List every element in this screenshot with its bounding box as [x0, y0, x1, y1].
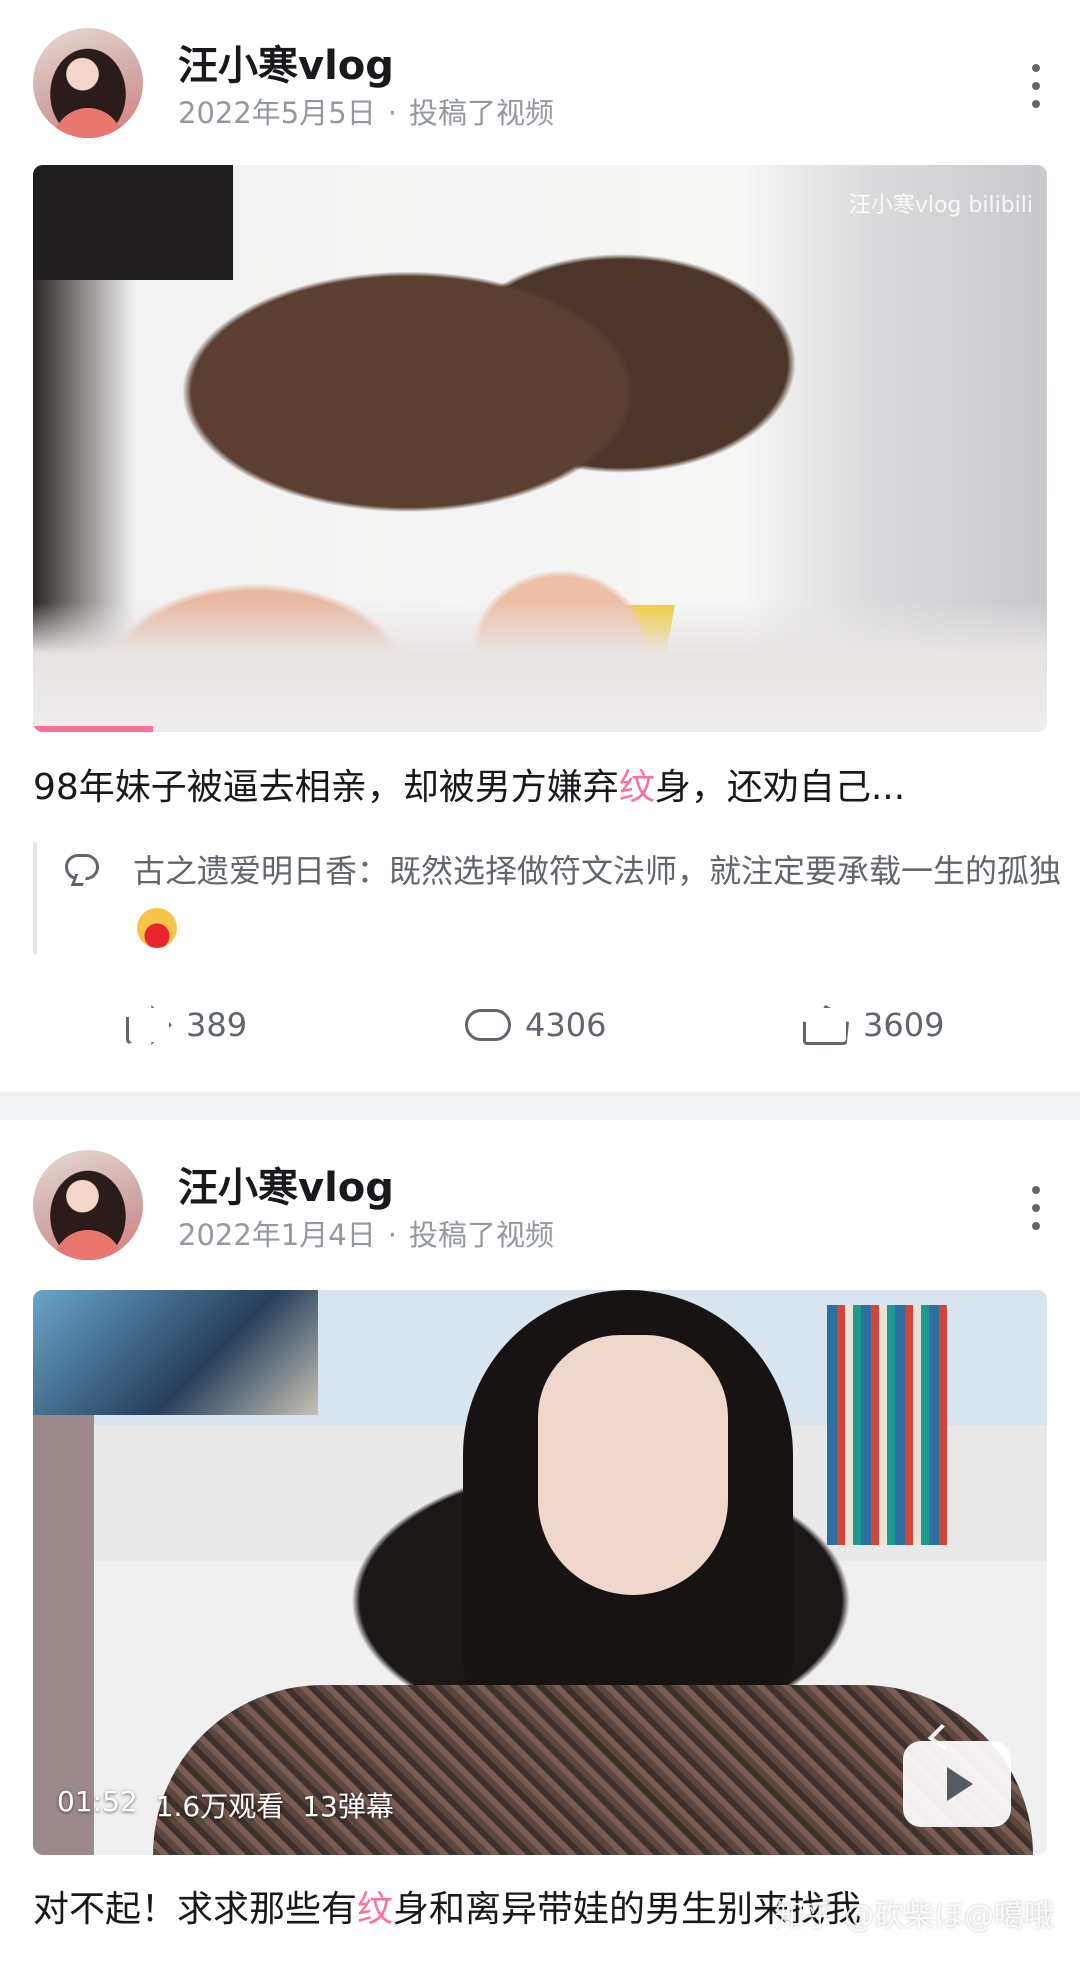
- meta-separator: ·: [387, 96, 397, 130]
- comment-content: ：既然选择做符文法师，就注定要承载一生的孤独: [357, 852, 1062, 890]
- more-icon[interactable]: [1026, 1186, 1046, 1230]
- title-text: 对不起！求求那些有: [33, 1889, 358, 1930]
- emoji-icon: [137, 908, 177, 948]
- post-meta: 2022年5月5日 · 投稿了视频: [178, 90, 554, 132]
- share-button[interactable]: 389: [126, 1000, 247, 1050]
- more-icon[interactable]: [1026, 64, 1046, 108]
- card-divider: [0, 1092, 1080, 1120]
- video-stats: 01:52 1.6万观看 13弹幕: [57, 1785, 394, 1825]
- post-date: 2022年5月5日: [178, 96, 376, 130]
- title-text: 98年妹子被逼去相亲，却被男方嫌弃: [33, 767, 619, 808]
- video-title[interactable]: 98年妹子被逼去相亲，却被男方嫌弃纹身，还劝自己...: [33, 758, 1047, 810]
- post-action: 投稿了视频: [408, 1218, 554, 1252]
- comment-icon: [65, 854, 99, 880]
- hot-comment[interactable]: 古之遗爱明日香：既然选择做符文法师，就注定要承载一生的孤独: [33, 842, 1061, 954]
- watch-progress-bar: [33, 726, 153, 732]
- share-count: 389: [186, 1006, 248, 1044]
- dynamic-card[interactable]: 汪小寒vlog 2022年1月4日 · 投稿了视频 01:52 1.6万观看 13弹…: [0, 1120, 1080, 1965]
- avatar[interactable]: [33, 1150, 143, 1260]
- cover-figure-face: [538, 1335, 728, 1595]
- like-button[interactable]: 3609: [803, 1000, 944, 1050]
- author-name[interactable]: 汪小寒vlog: [178, 1155, 394, 1213]
- meta-separator: ·: [387, 1218, 397, 1252]
- reply-icon: [465, 1009, 511, 1041]
- video-cover[interactable]: 01:52 1.6万观看 13弹幕: [33, 1290, 1047, 1855]
- title-highlight: 纹: [357, 1889, 394, 1930]
- title-text: 身，还劝自己...: [654, 767, 906, 808]
- dynamic-card[interactable]: 汪小寒vlog 2022年5月5日 · 投稿了视频 汪小寒vlog bilibili…: [0, 0, 1080, 1092]
- comment-user: 古之遗爱明日香: [133, 852, 358, 890]
- like-icon: [803, 1005, 849, 1045]
- comment-button[interactable]: 4306: [465, 1000, 606, 1050]
- post-meta: 2022年1月4日 · 投稿了视频: [178, 1212, 554, 1254]
- video-cover[interactable]: 汪小寒vlog bilibili: [33, 165, 1047, 732]
- avatar[interactable]: [33, 28, 143, 138]
- video-watermark: 汪小寒vlog bilibili: [848, 193, 1033, 218]
- share-icon: [126, 1005, 172, 1045]
- video-duration: 01:52: [57, 1785, 138, 1818]
- title-highlight: 纹: [618, 767, 655, 808]
- zhihu-watermark: 知乎 @砍柴ほ@噶哦: [774, 1899, 1054, 1934]
- post-action: 投稿了视频: [408, 96, 554, 130]
- comment-body: 古之遗爱明日香：既然选择做符文法师，就注定要承载一生的孤独: [133, 842, 1063, 958]
- post-date: 2022年1月4日: [178, 1218, 376, 1252]
- danmaku-count: 13弹幕: [302, 1790, 394, 1823]
- play-icon[interactable]: [903, 1741, 1011, 1827]
- cover-figure-torso: [153, 1685, 1033, 1855]
- like-count: 3609: [863, 1006, 945, 1044]
- author-name[interactable]: 汪小寒vlog: [178, 33, 394, 91]
- comment-count: 4306: [525, 1006, 607, 1044]
- view-count: 1.6万观看: [155, 1790, 285, 1823]
